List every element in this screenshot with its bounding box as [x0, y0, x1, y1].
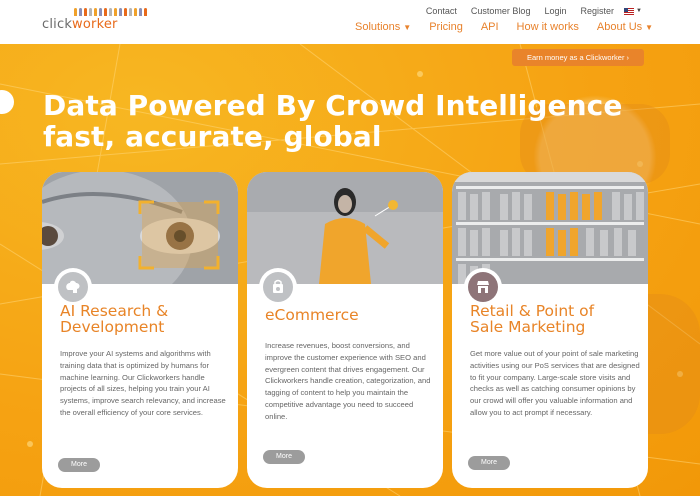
nav-about-us[interactable]: About Us ▼	[597, 21, 653, 33]
more-button[interactable]: More	[468, 456, 510, 470]
hero-title: Data Powered By Crowd Intelligence fast,…	[43, 90, 622, 152]
card-title-line: eCommerce	[265, 306, 359, 324]
login-link[interactable]: Login	[544, 6, 566, 16]
card-title: AI Research & Development	[60, 303, 232, 335]
storefront-icon	[468, 272, 498, 302]
card-icon-badge	[464, 268, 502, 306]
hero-title-line1: Data Powered By Crowd Intelligence	[43, 89, 623, 122]
language-selector[interactable]: ▼	[624, 6, 642, 16]
card-ai-research[interactable]: AI Research & Development Improve your A…	[42, 172, 238, 488]
hero-section: Earn money as a Clickworker › Data Power…	[0, 44, 700, 496]
earn-money-button[interactable]: Earn money as a Clickworker ›	[512, 49, 644, 66]
customer-blog-link[interactable]: Customer Blog	[471, 6, 531, 16]
main-nav: Solutions ▼ Pricing API How it works Abou…	[355, 21, 653, 33]
chevron-down-icon: ▼	[403, 23, 412, 32]
card-icon-badge	[259, 268, 297, 306]
nav-pricing[interactable]: Pricing	[429, 21, 463, 33]
card-icon-badge	[54, 268, 92, 306]
card-title-line: Sale Marketing	[470, 318, 586, 336]
chevron-down-icon: ▼	[636, 8, 642, 14]
card-ecommerce[interactable]: eCommerce Increase revenues, boost conve…	[247, 172, 443, 488]
contact-link[interactable]: Contact	[426, 6, 457, 16]
logo-wordmark: clickworker	[42, 17, 118, 32]
nav-solutions[interactable]: Solutions ▼	[355, 21, 411, 33]
card-description: Get more value out of your point of sale…	[470, 349, 640, 417]
register-link[interactable]: Register	[580, 6, 614, 16]
shopping-bag-icon	[263, 272, 293, 302]
chevron-down-icon: ▼	[645, 23, 654, 32]
site-header: clickworker Contact Customer Blog Login …	[0, 0, 700, 44]
brain-icon	[58, 272, 88, 302]
nav-api[interactable]: API	[481, 21, 499, 33]
card-title: eCommerce	[265, 307, 437, 323]
clickworker-logo[interactable]: clickworker	[42, 8, 147, 34]
crowd-logo-icon	[74, 8, 147, 16]
more-button[interactable]: More	[263, 450, 305, 464]
more-button[interactable]: More	[58, 458, 100, 472]
card-title-line: AI Research &	[60, 302, 169, 320]
card-retail-pos[interactable]: Retail & Point of Sale Marketing Get mor…	[452, 172, 648, 488]
nav-how-it-works[interactable]: How it works	[517, 21, 579, 33]
top-links: Contact Customer Blog Login Register	[426, 6, 614, 16]
nav-about-label: About Us	[596, 21, 643, 33]
nav-solutions-label: Solutions	[355, 21, 401, 33]
us-flag-icon	[624, 7, 634, 15]
card-description: Improve your AI systems and algorithms w…	[60, 349, 226, 417]
card-description: Increase revenues, boost conversions, an…	[265, 341, 431, 421]
card-title-line: Retail & Point of	[470, 302, 595, 320]
hero-title-line2: fast, accurate, global	[43, 120, 382, 153]
card-title-line: Development	[60, 318, 165, 336]
card-title: Retail & Point of Sale Marketing	[470, 303, 642, 335]
